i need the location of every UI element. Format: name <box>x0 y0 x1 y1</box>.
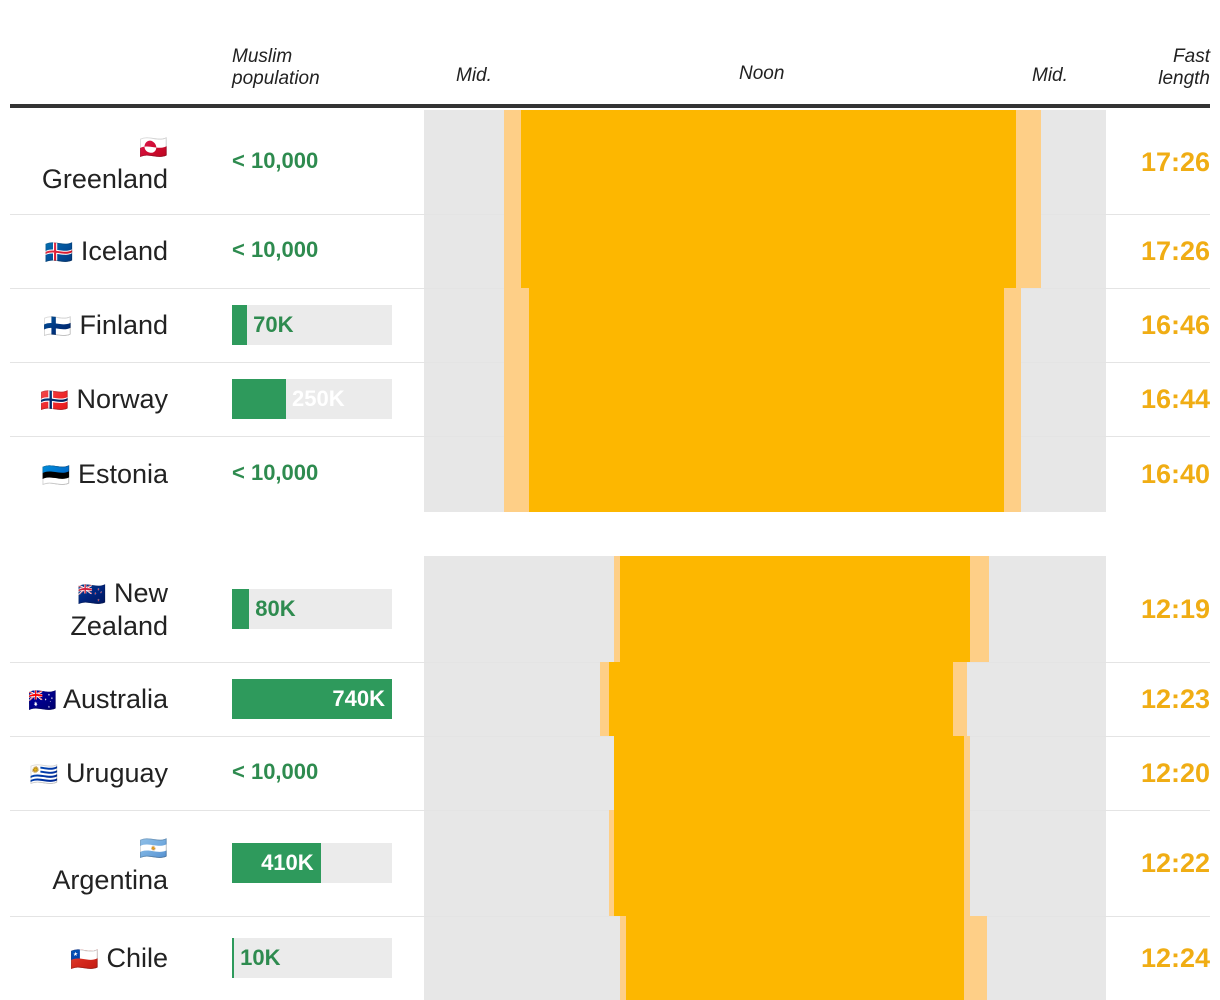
country-label: 🇦🇺 Australia <box>0 683 168 716</box>
population-bar: 10K <box>232 938 392 978</box>
country-label: 🇳🇿 NewZealandNew Zealand <box>70 578 168 641</box>
fast-length-value: 12:23 <box>1140 684 1210 714</box>
flag-icon: 🇳🇿 <box>77 581 107 607</box>
country-label: 🇬🇱 Greenland <box>0 130 168 195</box>
country-name: Uruguay <box>65 758 168 788</box>
population-bar-fill <box>232 938 235 978</box>
country-name: Argentina <box>52 865 168 895</box>
fast-segment <box>614 736 964 810</box>
population-label: < 10,000 <box>232 460 319 485</box>
country-label: 🇺🇾 Uruguay <box>0 757 168 790</box>
population-label: < 10,000 <box>232 237 319 262</box>
flag-icon: 🇬🇱 <box>139 134 168 160</box>
country-label: 🇪🇪 Estonia <box>0 458 168 491</box>
flag-icon: 🇺🇾 <box>29 761 59 787</box>
country-label: 🇫🇮 Finland <box>0 309 168 342</box>
fast-length-value: 17:26 <box>1140 236 1210 266</box>
population-bar: 250K <box>232 379 392 419</box>
fast-length-value: 12:19 <box>1140 594 1210 624</box>
fasting-table: 🇬🇱 Greenland < 10,000 17:26 🇮🇸 Iceland < 10,0… <box>0 0 1220 1000</box>
population-label: 80K <box>255 596 296 621</box>
fast-segment <box>614 810 964 916</box>
country-name: Australia <box>62 684 168 714</box>
country-name: Iceland <box>80 236 168 266</box>
country-label: 🇳🇴 Norway <box>0 383 168 416</box>
fast-length-value: 16:40 <box>1140 459 1210 489</box>
population-bar: 740K <box>232 679 392 719</box>
population-bar-fill <box>232 305 248 345</box>
fast-length-value: 16:46 <box>1140 310 1210 340</box>
country-label: 🇮🇸 Iceland <box>0 235 168 268</box>
population-bar: 410K <box>232 843 392 883</box>
population-label: 70K <box>253 312 294 337</box>
population-label: < 10,000 <box>232 148 319 173</box>
fast-length-value: 12:24 <box>1140 943 1210 973</box>
fast-segment <box>620 556 970 662</box>
row-separator <box>10 916 1210 917</box>
population-bar-fill <box>232 589 250 629</box>
fast-segment <box>625 916 964 1000</box>
country-label: 🇦🇷 Argentina <box>0 831 168 896</box>
flag-icon: 🇨🇱 <box>70 946 99 972</box>
fast-segment <box>529 436 1004 512</box>
population-label: 410K <box>261 850 314 875</box>
flag-icon: 🇳🇴 <box>40 387 69 413</box>
fast-segment <box>608 662 953 736</box>
fast-segment <box>520 214 1016 288</box>
population-bar: 70K <box>232 305 392 345</box>
population-label: < 10,000 <box>232 759 319 784</box>
flag-icon: 🇫🇮 <box>43 313 72 339</box>
population-label: 10K <box>240 945 281 970</box>
population-label: 250K <box>292 386 345 411</box>
flag-icon: 🇦🇺 <box>28 687 57 713</box>
population-bar: 80K <box>232 589 392 629</box>
country-name: Finland <box>79 310 168 340</box>
fast-segment <box>529 288 1004 362</box>
population-bar-fill <box>232 379 287 419</box>
fast-segment <box>520 110 1016 214</box>
fast-length-value: 12:20 <box>1140 758 1210 788</box>
row-separator <box>10 736 1210 737</box>
flag-icon: 🇦🇷 <box>139 835 168 861</box>
fast-length-value: 17:26 <box>1140 147 1210 177</box>
population-label: 740K <box>332 686 385 711</box>
fast-segment <box>529 362 1004 436</box>
flag-icon: 🇪🇪 <box>41 462 71 488</box>
country-label: 🇨🇱 Chile <box>0 942 168 975</box>
fast-length-value: 12:22 <box>1140 848 1210 878</box>
fast-length-value: 16:44 <box>1140 384 1210 414</box>
country-name: Estonia <box>77 459 168 489</box>
flag-icon: 🇮🇸 <box>44 239 74 265</box>
country-name: Norway <box>76 384 168 414</box>
country-name: Greenland <box>41 164 168 194</box>
country-name: Chile <box>106 943 168 973</box>
